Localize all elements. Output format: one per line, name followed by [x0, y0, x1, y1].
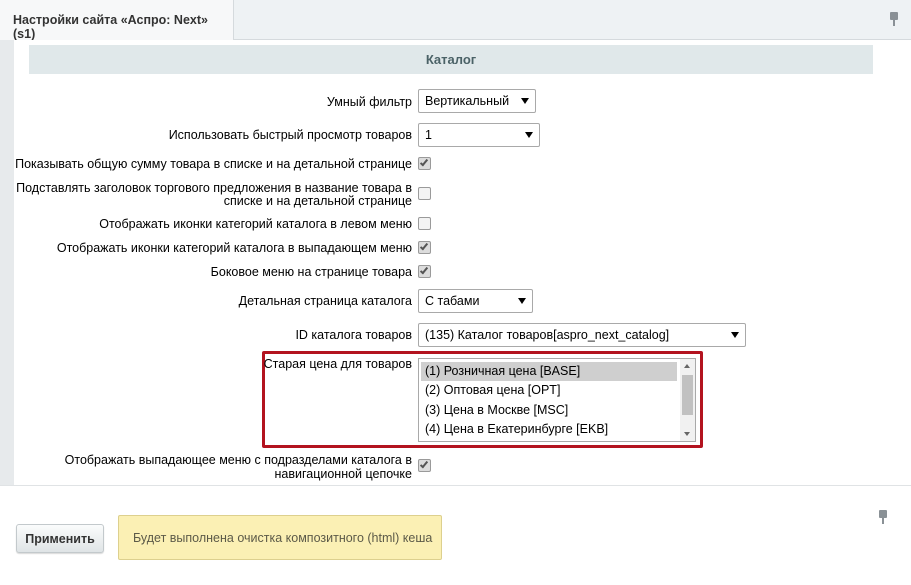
- show-total-sum-checkbox[interactable]: [418, 157, 431, 170]
- list-item[interactable]: (4) Цена в Екатеринбурге [EKB]: [421, 420, 677, 439]
- quick-view-value: 1: [425, 128, 432, 142]
- list-item[interactable]: (2) Оптовая цена [OPT]: [421, 381, 677, 400]
- dropdown-arrow-icon: [525, 132, 533, 138]
- quick-view-label: Использовать быстрый просмотр товаров: [168, 128, 412, 142]
- detail-page-value: С табами: [425, 294, 480, 308]
- catalog-id-label: ID каталога товаров: [295, 328, 412, 342]
- list-item[interactable]: (1) Розничная цена [BASE]: [421, 362, 677, 381]
- old-price-listbox[interactable]: (1) Розничная цена [BASE] (2) Оптовая це…: [418, 358, 696, 442]
- tab-settings[interactable]: Настройки сайта «Аспро: Next» (s1): [0, 0, 234, 41]
- list-item[interactable]: (3) Цена в Москве [MSC]: [421, 401, 677, 420]
- scroll-down-icon[interactable]: [684, 432, 690, 436]
- scrollbar-thumb[interactable]: [682, 375, 693, 415]
- show-total-sum-label: Показывать общую сумму товара в списке и…: [15, 157, 412, 171]
- dropdown-arrow-icon: [521, 98, 529, 104]
- breadcrumb-dropdown-label-line1: Отображать выпадающее меню с подразделам…: [64, 453, 412, 467]
- detail-page-select[interactable]: С табами: [418, 289, 533, 313]
- dropdown-menu-icons-checkbox[interactable]: [418, 241, 431, 254]
- offer-title-checkbox[interactable]: [418, 187, 431, 200]
- quick-view-select[interactable]: 1: [418, 123, 540, 147]
- offer-title-label-line1: Подставлять заголовок торгового предложе…: [16, 181, 412, 195]
- dropdown-arrow-icon: [731, 332, 739, 338]
- side-menu-label: Боковое меню на странице товара: [210, 265, 412, 279]
- catalog-id-value: (135) Каталог товаров[aspro_next_catalog…: [425, 328, 670, 342]
- footer-bar: Применить Будет выполнена очистка композ…: [0, 485, 911, 585]
- smart-filter-value: Вертикальный: [425, 94, 510, 108]
- settings-panel: Каталог Умный фильтр Вертикальный Исполь…: [14, 40, 911, 485]
- old-price-label: Старая цена для товаров: [263, 357, 412, 371]
- smart-filter-label: Умный фильтр: [326, 95, 412, 109]
- dropdown-arrow-icon: [518, 298, 526, 304]
- side-menu-checkbox[interactable]: [418, 265, 431, 278]
- breadcrumb-dropdown-checkbox[interactable]: [418, 459, 431, 472]
- checkbox-check-icon: [419, 459, 429, 469]
- left-menu-icons-checkbox[interactable]: [418, 217, 431, 230]
- cache-notice: Будет выполнена очистка композитного (ht…: [118, 515, 442, 560]
- checkbox-check-icon: [419, 241, 429, 251]
- left-menu-icons-label: Отображать иконки категорий каталога в л…: [99, 217, 412, 231]
- catalog-id-select[interactable]: (135) Каталог товаров[aspro_next_catalog…: [418, 323, 746, 347]
- scroll-up-icon[interactable]: [684, 364, 690, 368]
- pin-icon[interactable]: [878, 510, 888, 524]
- checkbox-check-icon: [419, 157, 429, 167]
- dropdown-menu-icons-label: Отображать иконки категорий каталога в в…: [56, 241, 412, 255]
- smart-filter-select[interactable]: Вертикальный: [418, 89, 536, 113]
- tab-title: Настройки сайта «Аспро: Next» (s1): [13, 13, 208, 41]
- section-title: Каталог: [29, 45, 873, 74]
- breadcrumb-dropdown-label-line2: навигационной цепочке: [274, 467, 412, 481]
- checkbox-check-icon: [419, 265, 429, 275]
- listbox-scrollbar[interactable]: [680, 359, 695, 441]
- tab-bar: Настройки сайта «Аспро: Next» (s1): [0, 0, 911, 41]
- offer-title-label-line2: списке и на детальной странице: [223, 194, 412, 208]
- detail-page-label: Детальная страница каталога: [238, 294, 412, 308]
- pin-icon[interactable]: [889, 12, 899, 26]
- apply-button[interactable]: Применить: [16, 524, 104, 553]
